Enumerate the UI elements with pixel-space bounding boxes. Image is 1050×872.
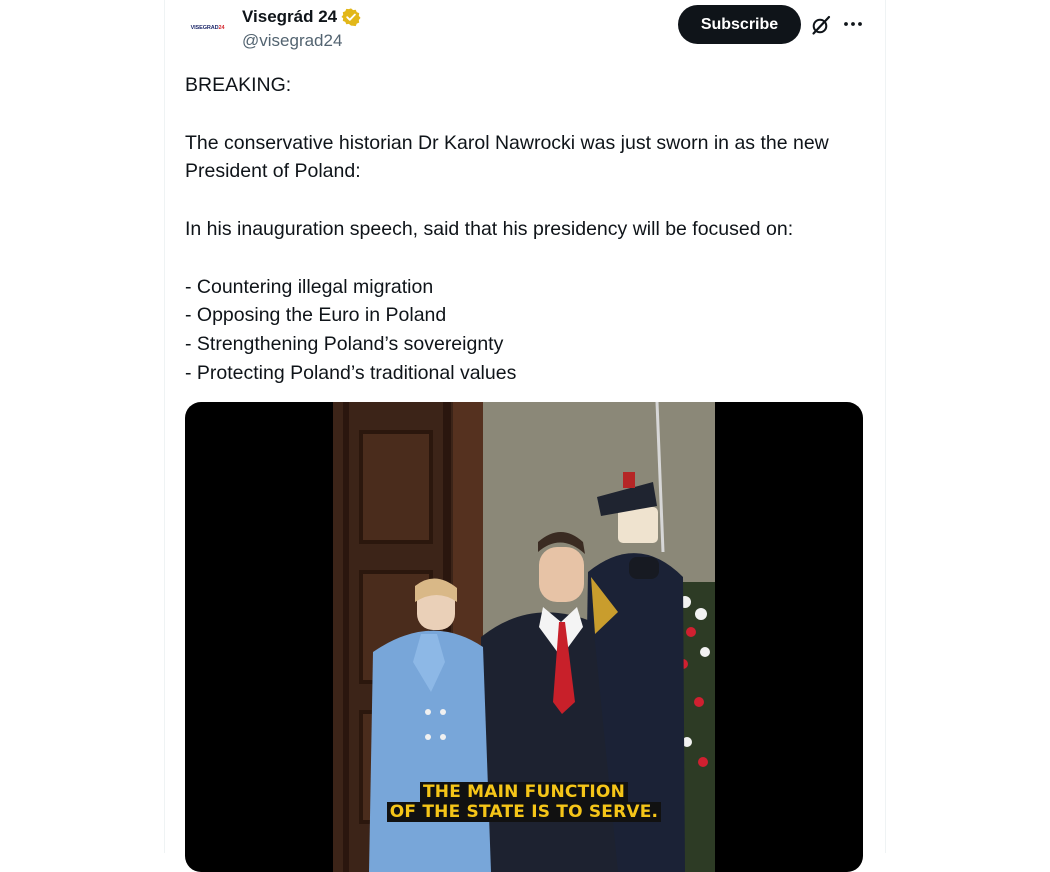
video-subtitles: THE MAIN FUNCTION OF THE STATE IS TO SER…	[333, 782, 715, 822]
video-player[interactable]: THE MAIN FUNCTION OF THE STATE IS TO SER…	[185, 402, 863, 872]
tweet-card: VISEGRAD24 Visegrád 24 @visegrad24 Subsc…	[164, 0, 886, 872]
tweet-bullet: - Protecting Poland’s traditional values	[185, 361, 517, 384]
video-frame[interactable]: THE MAIN FUNCTION OF THE STATE IS TO SER…	[333, 402, 715, 872]
tweet-heading: BREAKING:	[185, 74, 292, 96]
verified-badge-icon[interactable]	[341, 7, 361, 27]
avatar[interactable]: VISEGRAD24	[185, 8, 230, 48]
subscribe-button[interactable]: Subscribe	[678, 5, 801, 44]
author-name-row: Visegrád 24	[242, 6, 361, 28]
tweet-paragraph: The conservative historian Dr Karol Nawr…	[185, 131, 829, 183]
tweet-bullet: - Countering illegal migration	[185, 275, 434, 298]
subtitle-line: THE MAIN FUNCTION	[419, 782, 629, 802]
avatar-logo: VISEGRAD24	[190, 25, 225, 31]
display-name[interactable]: Visegrád 24	[242, 6, 337, 28]
tweet-text: BREAKING: The conservative historian Dr …	[185, 71, 865, 388]
tweet-bullet: - Opposing the Euro in Poland	[185, 304, 447, 327]
author-block: Visegrád 24 @visegrad24	[242, 6, 361, 52]
more-icon[interactable]	[842, 13, 864, 35]
grok-icon[interactable]	[809, 13, 833, 37]
subtitle-line: OF THE STATE IS TO SERVE.	[386, 802, 662, 822]
tweet-paragraph: In his inauguration speech, said that hi…	[185, 217, 794, 240]
tweet-bullet: - Strengthening Poland’s sovereignty	[185, 333, 504, 356]
handle[interactable]: @visegrad24	[242, 30, 361, 52]
